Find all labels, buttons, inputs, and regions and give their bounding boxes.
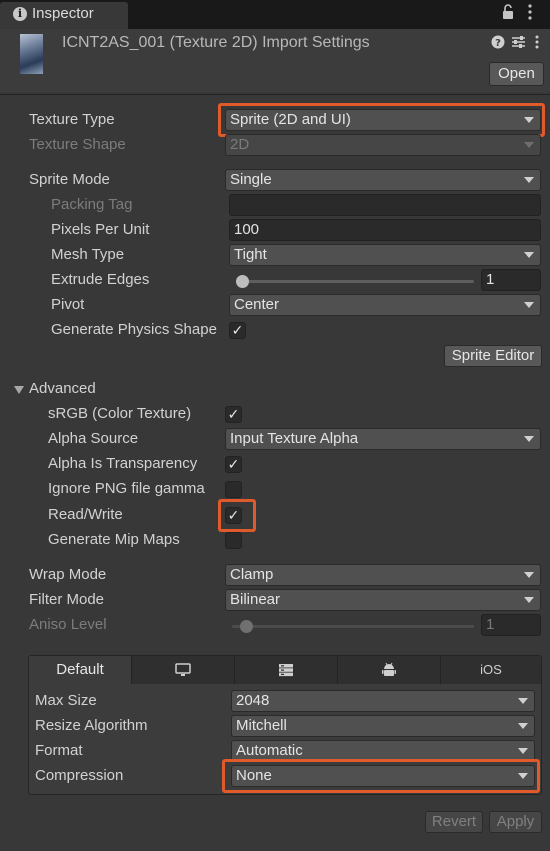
aniso-level-slider-thumb: [240, 620, 253, 633]
read-write-label: Read/Write: [48, 506, 123, 523]
aniso-level-field: 1: [481, 614, 541, 636]
packing-tag-label: Packing Tag: [51, 196, 133, 213]
generate-mip-maps-label: Generate Mip Maps: [48, 531, 180, 548]
pixels-per-unit-field[interactable]: 100: [229, 219, 541, 241]
chevron-down-icon: [518, 698, 528, 704]
checkmark-icon: ✓: [227, 406, 240, 422]
filter-mode-dropdown[interactable]: Bilinear: [225, 589, 541, 611]
sprite-mode-value: Single: [230, 171, 272, 188]
header-divider: [0, 94, 550, 95]
mesh-type-value: Tight: [234, 246, 267, 263]
wrap-mode-label: Wrap Mode: [29, 566, 107, 583]
aniso-level-label: Aniso Level: [29, 616, 107, 633]
texture-shape-dropdown: 2D: [225, 134, 541, 156]
compression-label: Compression: [35, 767, 124, 784]
texture-shape-value: 2D: [230, 136, 250, 153]
asset-title: ICNT2AS_001 (Texture 2D) Import Settings: [62, 34, 370, 51]
more-options-icon[interactable]: [527, 3, 533, 25]
filter-mode-label: Filter Mode: [29, 591, 105, 608]
resize-algorithm-label: Resize Algorithm: [35, 717, 148, 734]
tab-inspector-label: Inspector: [32, 5, 94, 22]
sprite-mode-dropdown[interactable]: Single: [225, 169, 541, 191]
pixels-per-unit-label: Pixels Per Unit: [51, 221, 150, 238]
tab-server[interactable]: [235, 656, 338, 684]
pivot-label: Pivot: [51, 296, 85, 313]
monitor-icon: [175, 661, 191, 678]
sprite-mode-label: Sprite Mode: [29, 171, 110, 188]
ignore-png-gamma-label: Ignore PNG file gamma: [48, 480, 205, 497]
extrude-edges-label: Extrude Edges: [51, 271, 150, 288]
header-more-icon[interactable]: [534, 34, 540, 54]
chevron-down-icon: [524, 252, 534, 258]
texture-thumbnail: [20, 34, 43, 74]
sprite-editor-button[interactable]: Sprite Editor: [444, 345, 542, 367]
max-size-label: Max Size: [35, 692, 97, 709]
foldout-arrow-icon[interactable]: [14, 386, 24, 394]
texture-type-label: Texture Type: [29, 111, 115, 128]
pivot-dropdown[interactable]: Center: [229, 294, 541, 316]
extrude-edges-slider[interactable]: [236, 280, 474, 283]
generate-mip-maps-checkbox[interactable]: [225, 532, 242, 549]
generate-physics-shape-checkbox[interactable]: ✓: [229, 322, 246, 339]
server-icon: [278, 661, 294, 678]
alpha-source-label: Alpha Source: [48, 430, 139, 447]
svg-text:?: ?: [495, 38, 501, 49]
generate-physics-shape-label: Generate Physics Shape: [51, 321, 217, 338]
alpha-is-transparency-checkbox[interactable]: ✓: [225, 456, 242, 473]
format-label: Format: [35, 742, 83, 759]
chevron-down-icon: [524, 436, 534, 442]
checkmark-icon: ✓: [231, 322, 244, 338]
apply-button[interactable]: Apply: [489, 811, 542, 833]
chevron-down-icon: [524, 142, 534, 148]
revert-button[interactable]: Revert: [425, 811, 483, 833]
android-icon: [382, 661, 396, 678]
open-button[interactable]: Open: [489, 62, 544, 86]
help-icon[interactable]: ?: [491, 35, 505, 53]
resize-algorithm-dropdown[interactable]: Mitchell: [231, 715, 535, 737]
resize-algorithm-value: Mitchell: [236, 717, 287, 734]
info-icon: i: [13, 7, 27, 21]
texture-shape-label: Texture Shape: [29, 136, 126, 153]
max-size-value: 2048: [236, 692, 270, 709]
ignore-png-gamma-checkbox[interactable]: [225, 481, 242, 498]
filter-mode-value: Bilinear: [230, 591, 281, 608]
chevron-down-icon: [518, 723, 528, 729]
presets-icon[interactable]: [511, 35, 526, 53]
alpha-source-value: Input Texture Alpha: [230, 430, 359, 447]
tab-ios-label: iOS: [480, 662, 502, 677]
alpha-is-transparency-label: Alpha Is Transparency: [48, 455, 198, 472]
tab-standalone[interactable]: [132, 656, 235, 684]
packing-tag-field: [229, 194, 541, 216]
wrap-mode-value: Clamp: [230, 566, 274, 583]
tab-default-label: Default: [56, 661, 104, 678]
srgb-label: sRGB (Color Texture): [48, 405, 192, 422]
chevron-down-icon: [524, 177, 534, 183]
tab-default[interactable]: Default: [29, 656, 132, 684]
wrap-mode-dropdown[interactable]: Clamp: [225, 564, 541, 586]
extrude-edges-slider-thumb[interactable]: [236, 275, 249, 288]
aniso-level-slider: [232, 625, 474, 628]
chevron-down-icon: [524, 572, 534, 578]
srgb-checkbox[interactable]: ✓: [225, 406, 242, 423]
tab-ios[interactable]: iOS: [441, 656, 541, 684]
pivot-value: Center: [234, 296, 280, 313]
chevron-down-icon: [524, 597, 534, 603]
extrude-edges-field[interactable]: 1: [481, 269, 541, 291]
max-size-dropdown[interactable]: 2048: [231, 690, 535, 712]
mesh-type-label: Mesh Type: [51, 246, 125, 263]
chevron-down-icon: [524, 302, 534, 308]
texture-type-highlight: [218, 103, 545, 137]
mesh-type-dropdown[interactable]: Tight: [229, 244, 541, 266]
lock-icon[interactable]: [502, 4, 514, 24]
compression-highlight: [222, 759, 540, 793]
format-value: Automatic: [236, 742, 303, 759]
tab-android[interactable]: [338, 656, 441, 684]
alpha-source-dropdown[interactable]: Input Texture Alpha: [225, 428, 541, 450]
read-write-highlight: [218, 499, 256, 532]
checkmark-icon: ✓: [227, 456, 240, 472]
advanced-foldout[interactable]: Advanced: [29, 380, 96, 397]
chevron-down-icon: [518, 748, 528, 754]
